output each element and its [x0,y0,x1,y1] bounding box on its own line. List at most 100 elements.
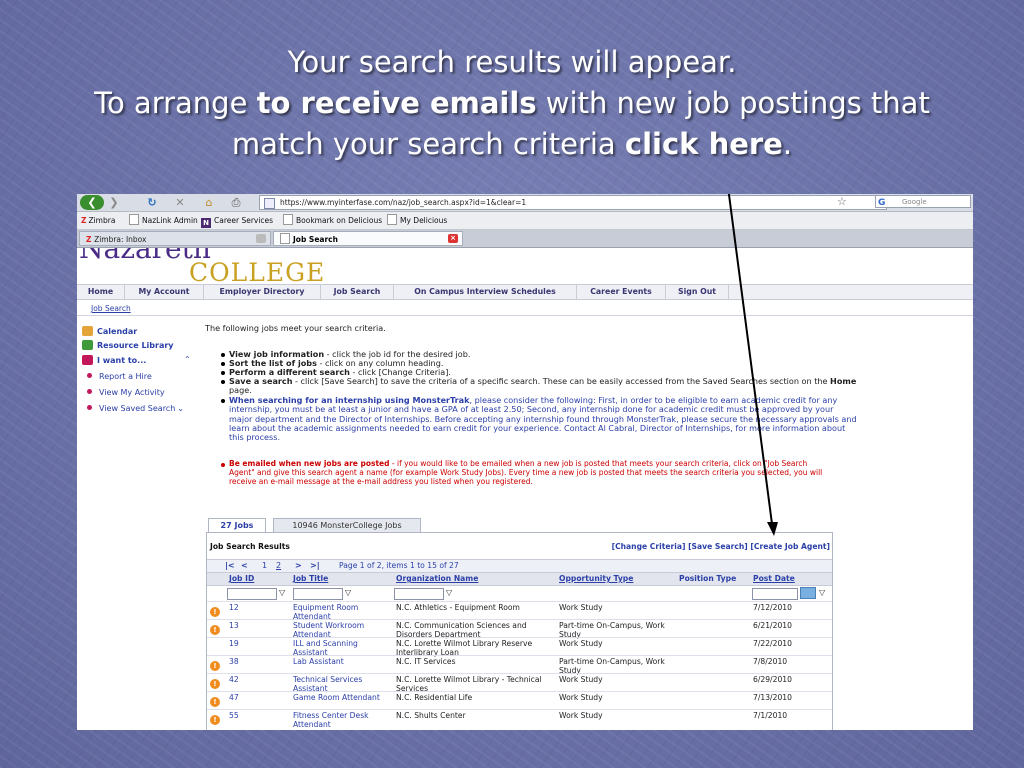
job-id-link[interactable]: 13 [229,621,239,630]
filter-post-date-input[interactable] [752,588,798,600]
tab-job-search[interactable]: Job Search × [273,231,463,246]
filter-icon[interactable]: ▽ [279,588,285,597]
col-organization-name[interactable]: Organization Name [396,573,478,585]
sidebar-label: View My Activity [99,388,165,397]
menu-employer-directory[interactable]: Employer Directory [204,285,321,299]
sidebar-report-hire[interactable]: Report a Hire [82,372,152,381]
page-icon [264,198,275,209]
sidebar-view-activity[interactable]: View My Activity [82,388,165,397]
filter-icon[interactable]: ▽ [446,588,452,597]
sidebar-label: Calendar [97,327,138,336]
stop-icon[interactable]: ✕ [173,195,187,210]
forward-arrow-icon[interactable]: ❯ [107,195,121,210]
sidebar-resource-library[interactable]: Resource Library [82,340,174,350]
filter-icon[interactable]: ▽ [345,588,351,597]
sidebar-i-want-to[interactable]: I want to... [82,355,146,365]
col-job-id[interactable]: Job ID [229,573,254,585]
title-line-2: To arrange to receive emails with new jo… [40,83,984,124]
col-position-type[interactable]: Position Type [679,573,736,585]
tab-label: Job Search [293,235,338,244]
home-icon[interactable]: ⌂ [202,195,216,210]
page-icon [129,214,139,225]
menu-career-events[interactable]: Career Events [577,285,666,299]
warning-icon: ! [210,661,220,671]
url-bar[interactable]: https://www.myinterfase.com/naz/job_sear… [259,195,887,210]
bullet-icon [87,405,92,410]
logo-college-text: COLLEGE [189,258,326,284]
job-title-link[interactable]: Fitness Center Desk Attendant [293,711,385,729]
results-actions[interactable]: [Change Criteria] [Save Search] [Create … [612,542,830,551]
table-row: ! 55 Fitness Center Desk Attendant N.C. Shu… [207,709,832,729]
bookmark-zimbra[interactable]: Z Zimbra [81,212,115,229]
intro-text: The following jobs meet your search crit… [205,323,386,333]
title-click-here: click here [624,127,783,161]
filter-organization-input[interactable] [394,588,444,600]
warning-icon: ! [210,679,220,689]
first-page-icon[interactable]: |< [225,560,235,572]
close-icon[interactable]: × [448,234,458,243]
bookmark-label: Zimbra [88,216,116,225]
job-id-link[interactable]: 12 [229,603,239,612]
job-id-link[interactable]: 55 [229,711,239,720]
col-opportunity-type[interactable]: Opportunity Type [559,573,633,585]
tab-27-jobs[interactable]: 27 Jobs [208,518,266,532]
page-2-link[interactable]: 2 [276,560,281,572]
col-job-title[interactable]: Job Title [293,573,328,585]
calendar-icon[interactable] [800,587,816,599]
bookmark-my-delicious[interactable]: My Delicious [387,212,447,229]
menu-on-campus-interview[interactable]: On Campus Interview Schedules [394,285,577,299]
google-search-input[interactable]: G Google [875,195,971,208]
filter-job-id-input[interactable] [227,588,277,600]
col-post-date[interactable]: Post Date [753,573,795,585]
title-line-1: Your search results will appear. [287,45,737,79]
filter-job-title-input[interactable] [293,588,343,600]
star-icon[interactable]: ☆ [837,195,847,208]
reload-icon[interactable]: ↻ [145,195,159,210]
job-id-link[interactable]: 42 [229,675,239,684]
sidebar-calendar[interactable]: Calendar [82,326,137,336]
tab-monstercollege-jobs[interactable]: 10946 MonsterCollege Jobs [273,518,421,532]
google-icon: G [878,198,886,208]
job-title-link[interactable]: Lab Assistant [293,657,385,666]
filter-icon[interactable]: ▽ [819,588,825,597]
next-page-icon[interactable]: > [295,560,302,572]
warning-icon: ! [210,625,220,635]
last-page-icon[interactable]: >| [310,560,320,572]
job-id-link[interactable]: 19 [229,639,239,648]
prev-page-icon[interactable]: < [241,560,248,572]
print-icon[interactable]: ⎙ [228,195,244,210]
table-row: 19 ILL and Scanning Assistant N.C. Lorette… [207,637,832,657]
job-id-link[interactable]: 38 [229,657,239,666]
menu-job-search[interactable]: Job Search [321,285,394,299]
bookmark-nazlink[interactable]: NazLink Admin [129,212,198,229]
browser-screenshot: ❮ ❯ ↻ ✕ ⌂ ⎙ https://www.myinterfase.com/… [77,194,973,730]
instruction-monstertrak: When searching for an internship using M… [221,395,859,442]
tab-zimbra-inbox[interactable]: Z Zimbra: Inbox [79,231,271,246]
breadcrumb[interactable]: Job Search [91,304,131,313]
menu-home[interactable]: Home [77,285,125,299]
opportunity-type: Work Study [559,639,603,648]
bookmark-delicious[interactable]: Bookmark on Delicious [283,212,382,229]
bookmark-career-services[interactable]: N Career Services [201,212,273,229]
results-panel: Job Search Results [Change Criteria] [Sa… [206,532,833,730]
job-id-link[interactable]: 47 [229,693,239,702]
sidebar-label: Resource Library [97,341,174,350]
close-icon[interactable] [256,234,266,243]
instruction-save-search: Save a search - click [Save Search] to s… [221,376,859,396]
table-row: ! 13 Student Workroom Attendant N.C. Commun… [207,619,832,639]
opportunity-type: Work Study [559,693,603,702]
sidebar-view-saved-search[interactable]: View Saved Search ⌄ [82,404,184,413]
tab-label: Zimbra: Inbox [94,235,147,244]
title-mid: with new job postings that [536,86,930,120]
warning-icon: ! [210,715,220,725]
bookmark-label: Bookmark on Delicious [296,216,383,225]
menu-sign-out[interactable]: Sign Out [666,285,729,299]
post-date: 7/8/2010 [753,657,788,666]
link-icon [82,355,93,365]
job-title-link[interactable]: Game Room Attendant [293,693,385,702]
menu-my-account[interactable]: My Account [125,285,204,299]
page-1-link[interactable]: 1 [262,560,267,572]
chevron-up-icon[interactable]: ⌃ [184,355,191,364]
back-arrow-icon[interactable]: ❮ [80,195,104,210]
slide-title: Your search results will appear. To arra… [40,42,984,165]
